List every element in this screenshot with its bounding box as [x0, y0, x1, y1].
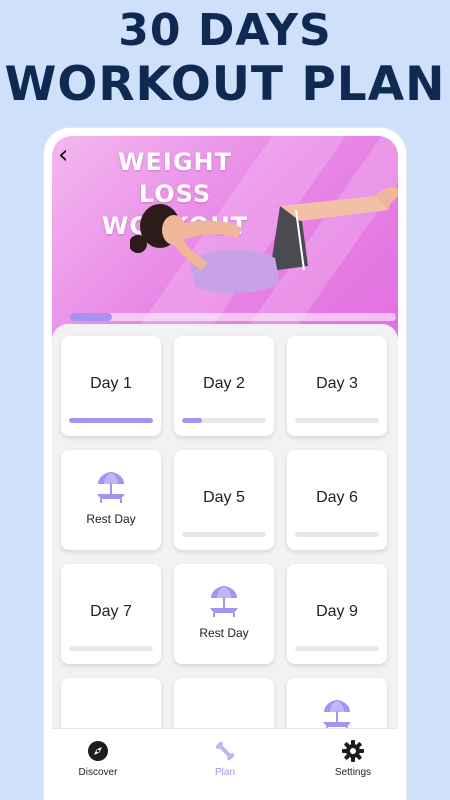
tab-plan-label: Plan — [214, 767, 235, 778]
promo-headline: 30 DAYS WORKOUT PLAN — [0, 5, 450, 113]
day-progress-bar — [295, 532, 379, 537]
tab-discover-label: Discover — [78, 767, 118, 778]
day-progress-bar — [182, 532, 266, 537]
beach-chair-icon — [94, 472, 128, 509]
day-card[interactable]: Day 9 — [287, 564, 387, 664]
day-card[interactable]: Day 5 — [174, 450, 274, 550]
day-progress-bar — [69, 646, 153, 651]
day-label: Day 9 — [316, 603, 358, 620]
bottom-tab-bar: Discover Plan Settings — [52, 728, 398, 800]
app-screen: ‹ WEIGHT LOSS WORKOUT — [52, 136, 398, 800]
tab-settings[interactable]: Settings — [313, 729, 393, 800]
plan-progress-fill — [70, 313, 113, 321]
beach-chair-icon — [207, 586, 241, 623]
woman-crunch-illustration — [130, 187, 398, 294]
promo-line-1: 30 DAYS — [118, 5, 332, 56]
day-progress-bar — [295, 418, 379, 423]
day-progress-fill — [182, 418, 203, 423]
phone-frame: ‹ WEIGHT LOSS WORKOUT — [44, 128, 406, 800]
tab-plan[interactable]: Plan — [185, 729, 265, 800]
day-grid: Day 1 Day 2 Day 3 Rest Day Day 5 Day 6 Day 7 Re… — [61, 336, 389, 778]
day-label: Day 6 — [316, 489, 358, 506]
workout-hero: ‹ WEIGHT LOSS WORKOUT — [52, 136, 398, 346]
day-card[interactable]: Day 7 — [61, 564, 161, 664]
day-label: Day 7 — [90, 603, 132, 620]
day-card[interactable]: Day 2 — [174, 336, 274, 436]
dumbbell-icon — [215, 741, 235, 761]
day-label: Day 1 — [90, 375, 132, 392]
chevron-left-icon: ‹ — [58, 140, 69, 170]
day-card[interactable]: Day 3 — [287, 336, 387, 436]
rest-day-card[interactable]: Rest Day — [174, 564, 274, 664]
day-label: Day 3 — [316, 375, 358, 392]
rest-day-card[interactable]: Rest Day — [61, 450, 161, 550]
tab-discover[interactable]: Discover — [58, 729, 138, 800]
plan-progress-bar — [70, 313, 396, 321]
compass-icon — [88, 741, 108, 761]
rest-day-label: Rest Day — [86, 512, 136, 526]
day-card[interactable]: Day 6 — [287, 450, 387, 550]
day-progress-bar — [295, 646, 379, 651]
day-card[interactable]: Day 1 — [61, 336, 161, 436]
day-progress-fill — [69, 418, 153, 423]
day-progress-bar — [69, 418, 153, 423]
day-label: Day 2 — [203, 375, 245, 392]
promo-line-2: WORKOUT PLAN — [4, 57, 446, 113]
rest-day-label: Rest Day — [199, 626, 249, 640]
tab-settings-label: Settings — [334, 767, 372, 778]
back-button[interactable]: ‹ — [58, 142, 80, 168]
day-progress-bar — [182, 418, 266, 423]
day-label: Day 5 — [203, 489, 245, 506]
gear-icon — [342, 740, 364, 762]
